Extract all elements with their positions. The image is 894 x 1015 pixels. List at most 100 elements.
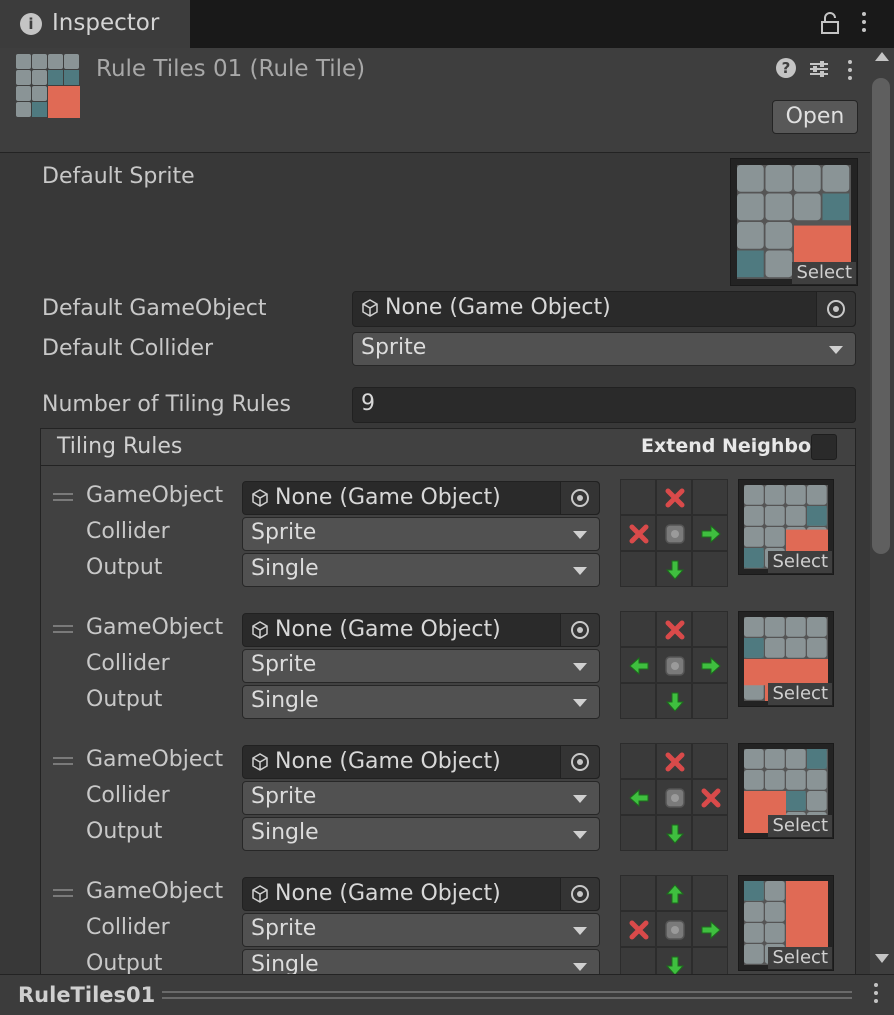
- not-neighbor-x-icon: [665, 752, 685, 772]
- rule-sprite-field[interactable]: Select: [738, 611, 834, 707]
- default-sprite-select[interactable]: Select: [792, 262, 856, 284]
- neighbor-cell[interactable]: [620, 515, 656, 551]
- neighbor-cell[interactable]: [692, 911, 728, 947]
- rule-output-label: Output: [86, 687, 163, 712]
- rule-sprite-select[interactable]: Select: [768, 815, 832, 837]
- rule-output-dropdown[interactable]: Single: [242, 817, 600, 851]
- neighbor-cell[interactable]: [656, 551, 692, 587]
- neighbor-cell[interactable]: [620, 743, 656, 779]
- resize-grip[interactable]: [162, 991, 852, 999]
- scroll-down-arrow-icon[interactable]: [875, 954, 889, 963]
- drag-handle[interactable]: [53, 757, 73, 765]
- rule-sprite-field[interactable]: Select: [738, 743, 834, 839]
- not-neighbor-x-icon: [701, 788, 721, 808]
- drag-handle[interactable]: [53, 493, 73, 501]
- neighbor-cell[interactable]: [692, 515, 728, 551]
- neighbor-cell[interactable]: [692, 479, 728, 515]
- rule-gameobject-field[interactable]: None (Game Object): [242, 877, 600, 911]
- rule-collider-dropdown[interactable]: Sprite: [242, 649, 600, 683]
- rule-sprite-field[interactable]: Select: [738, 875, 834, 971]
- drag-handle[interactable]: [53, 625, 73, 633]
- neighbor-center-cell[interactable]: [656, 779, 692, 815]
- default-gameobject-field[interactable]: None (Game Object): [352, 291, 856, 327]
- gameobject-cube-icon: [252, 753, 268, 771]
- neighbor-grid: [620, 611, 728, 719]
- neighbor-cell[interactable]: [620, 611, 656, 647]
- num-rules-input[interactable]: 9: [352, 387, 856, 423]
- inspector-scrollbar[interactable]: [870, 48, 894, 974]
- footer-menu-icon[interactable]: [874, 983, 880, 1007]
- neighbor-cell[interactable]: [656, 743, 692, 779]
- neighbor-cell[interactable]: [620, 779, 656, 815]
- neighbor-cell[interactable]: [656, 479, 692, 515]
- tab-menu-icon[interactable]: [862, 12, 868, 36]
- rule-gameobject-field[interactable]: None (Game Object): [242, 745, 600, 779]
- neighbor-cell[interactable]: [620, 911, 656, 947]
- rule-gameobject-field[interactable]: None (Game Object): [242, 613, 600, 647]
- open-button[interactable]: Open: [772, 100, 858, 134]
- arrow-right-icon: [701, 920, 721, 940]
- default-sprite-label: Default Sprite: [42, 164, 195, 189]
- object-picker-icon[interactable]: [816, 292, 855, 326]
- chevron-down-icon: [573, 927, 587, 935]
- neighbor-grid: [620, 479, 728, 587]
- neighbor-grid: [620, 875, 728, 983]
- default-collider-dropdown[interactable]: Sprite: [352, 332, 856, 366]
- rule-collider-dropdown[interactable]: Sprite: [242, 913, 600, 947]
- center-tile-icon: [665, 656, 685, 676]
- header-menu-icon[interactable]: [848, 60, 854, 84]
- rule-output-dropdown[interactable]: Single: [242, 553, 600, 587]
- neighbor-cell[interactable]: [692, 875, 728, 911]
- neighbor-cell[interactable]: [656, 875, 692, 911]
- rule-sprite-select[interactable]: Select: [768, 683, 832, 705]
- gameobject-cube-icon: [252, 621, 268, 639]
- neighbor-cell[interactable]: [620, 647, 656, 683]
- scroll-up-arrow-icon[interactable]: [875, 52, 889, 61]
- neighbor-cell[interactable]: [620, 815, 656, 851]
- not-neighbor-x-icon: [629, 524, 649, 544]
- object-picker-icon[interactable]: [560, 614, 599, 646]
- rule-sprite-field[interactable]: Select: [738, 479, 834, 575]
- chevron-down-icon: [573, 567, 587, 575]
- rule-collider-dropdown[interactable]: Sprite: [242, 517, 600, 551]
- neighbor-cell[interactable]: [620, 683, 656, 719]
- default-sprite-field[interactable]: Select: [730, 158, 858, 286]
- drag-handle[interactable]: [53, 889, 73, 897]
- neighbor-cell[interactable]: [620, 479, 656, 515]
- rule-gameobject-field[interactable]: None (Game Object): [242, 481, 600, 515]
- tab-inspector[interactable]: i Inspector: [0, 0, 191, 48]
- help-icon[interactable]: ?: [776, 58, 796, 78]
- extend-neighbor-checkbox[interactable]: [811, 434, 837, 460]
- rule-sprite-select[interactable]: Select: [768, 551, 832, 573]
- scrollbar-thumb[interactable]: [872, 78, 890, 554]
- neighbor-cell[interactable]: [656, 611, 692, 647]
- lock-icon[interactable]: [820, 12, 840, 34]
- neighbor-cell[interactable]: [620, 875, 656, 911]
- object-picker-icon[interactable]: [560, 746, 599, 778]
- center-tile-icon: [665, 524, 685, 544]
- default-gameobject-value: None (Game Object): [385, 295, 611, 320]
- neighbor-cell[interactable]: [692, 551, 728, 587]
- default-collider-label: Default Collider: [42, 336, 214, 361]
- neighbor-cell[interactable]: [692, 743, 728, 779]
- rule-gameobject-label: GameObject: [86, 483, 224, 508]
- neighbor-cell[interactable]: [692, 611, 728, 647]
- rule-output-dropdown[interactable]: Single: [242, 685, 600, 719]
- object-picker-icon[interactable]: [560, 482, 599, 514]
- neighbor-cell[interactable]: [692, 815, 728, 851]
- presets-icon[interactable]: [808, 59, 830, 79]
- neighbor-cell[interactable]: [692, 647, 728, 683]
- rule-collider-dropdown[interactable]: Sprite: [242, 781, 600, 815]
- neighbor-cell[interactable]: [656, 815, 692, 851]
- rule-sprite-select[interactable]: Select: [768, 947, 832, 969]
- object-picker-icon[interactable]: [560, 878, 599, 910]
- chevron-down-icon: [573, 699, 587, 707]
- neighbor-cell[interactable]: [692, 779, 728, 815]
- neighbor-center-cell[interactable]: [656, 515, 692, 551]
- neighbor-center-cell[interactable]: [656, 647, 692, 683]
- neighbor-center-cell[interactable]: [656, 911, 692, 947]
- neighbor-cell[interactable]: [656, 683, 692, 719]
- arrow-left-icon: [629, 656, 649, 676]
- neighbor-cell[interactable]: [692, 683, 728, 719]
- neighbor-cell[interactable]: [620, 551, 656, 587]
